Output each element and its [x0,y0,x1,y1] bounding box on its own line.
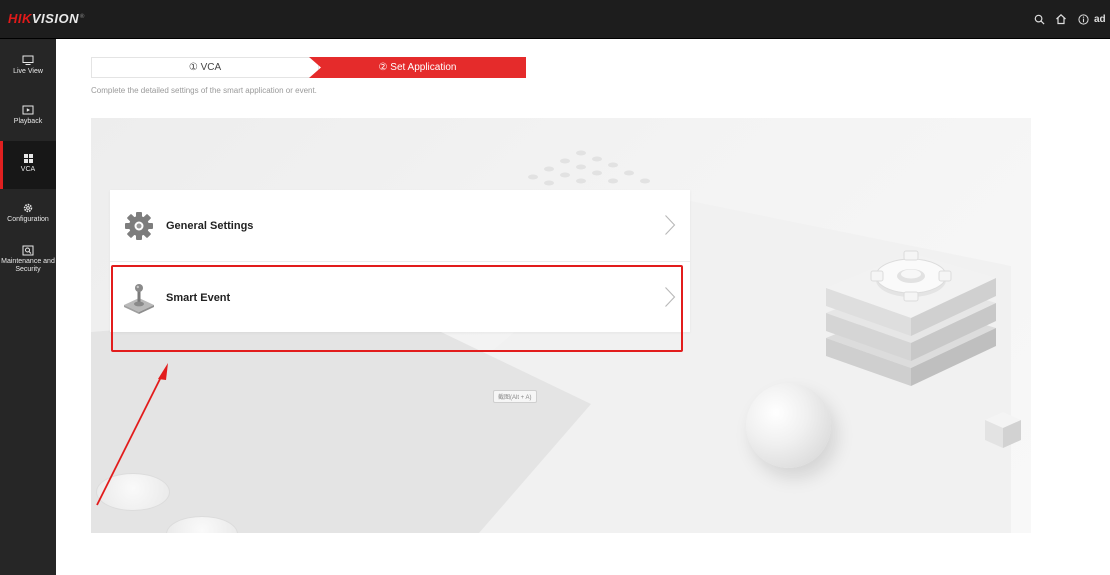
chevron-right-icon [665,287,676,307]
decorative-cube [985,412,1021,448]
decorative-sphere [746,383,831,468]
top-icons: ad [1028,10,1110,28]
nav-item-configuration[interactable]: Configuration [0,202,56,234]
left-navigation: Live View Playback VCA Configuration Mai… [0,39,56,575]
nav-label: Live View [13,68,43,75]
nav-label: VCA [20,166,36,173]
menu-item-general-settings[interactable]: General Settings [110,190,690,261]
search-icon[interactable] [1028,10,1050,28]
screenshot-tooltip: 截图(Alt + A) [493,390,537,403]
application-menu: General Settings Smart Event [110,190,690,332]
nav-label: Playback [13,118,43,125]
nav-label: Configuration [7,216,49,223]
logo-text-red: HIK [8,11,32,26]
top-bar: HIKVISION® ad [0,0,1110,39]
step-set-application[interactable]: ② Set Application [309,57,526,78]
playback-icon [22,105,34,115]
nav-item-live-view[interactable]: Live View [0,55,56,87]
chevron-right-icon [665,215,676,235]
decorative-disc [96,473,170,511]
menu-item-label: Smart Event [166,291,231,304]
menu-item-label: General Settings [166,219,254,232]
nav-item-playback[interactable]: Playback [0,105,56,137]
gear-icon [125,211,153,240]
monitor-icon [22,55,34,65]
home-icon[interactable] [1050,10,1072,28]
joystick-icon [124,283,154,314]
logo-registered-mark: ® [79,13,85,20]
nav-label: Maintenance and Security [1,258,55,273]
nav-item-maintenance-security[interactable]: Maintenance and Security [0,245,56,285]
step-description: Complete the detailed settings of the sm… [91,86,317,95]
menu-item-smart-event[interactable]: Smart Event [110,261,690,333]
stacked-gear-block [826,250,996,386]
user-account[interactable]: ad [1094,14,1110,25]
nav-item-vca[interactable]: VCA [0,141,56,189]
gear-icon [23,203,33,213]
logo-text-rest: VISION [31,11,79,26]
grid-icon [23,154,33,163]
step-vca[interactable]: ① VCA [91,57,319,78]
hikvision-logo: HIKVISION® [8,11,85,26]
info-icon[interactable] [1072,10,1094,28]
maintenance-icon [22,245,34,256]
